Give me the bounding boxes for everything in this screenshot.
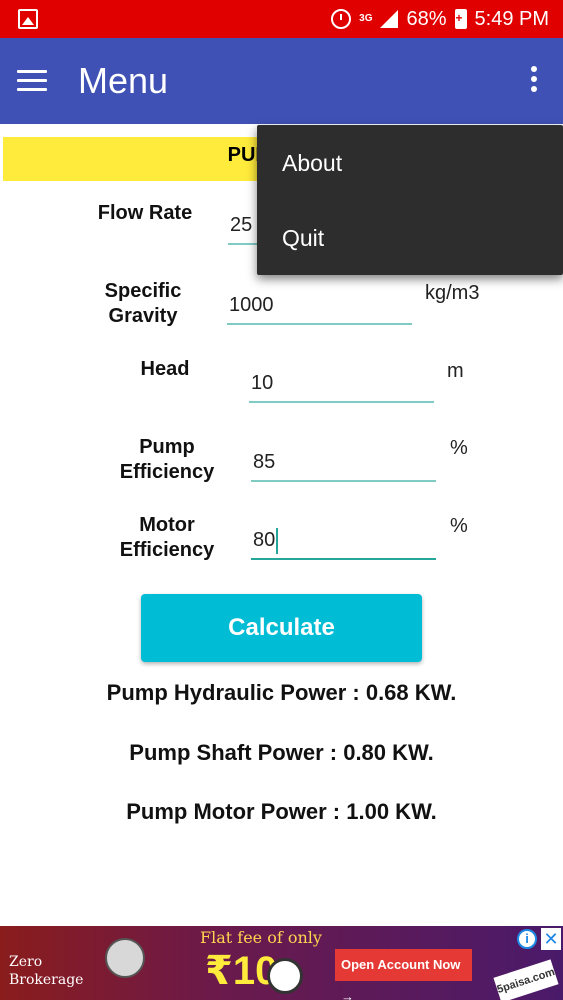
- clock: 5:49 PM: [474, 7, 549, 30]
- motor-efficiency-label: Motor Efficiency: [102, 513, 232, 563]
- pump-efficiency-unit: %: [450, 437, 468, 459]
- battery-percent: 68%: [406, 7, 447, 30]
- head-input[interactable]: 10: [249, 363, 434, 403]
- app-screen: 3G 68% 5:49 PM Menu PUMP POW Flow Rate 2…: [0, 0, 563, 1000]
- more-vert-icon[interactable]: [529, 66, 539, 96]
- hydraulic-power-result: Pump Hydraulic Power : 0.68 KW.: [106, 680, 457, 705]
- ad-info-icon[interactable]: i: [517, 929, 537, 949]
- ad-banner[interactable]: Zero Brokerage Flat fee of only ₹10 Open…: [0, 926, 563, 1000]
- signal-icon: [380, 10, 399, 28]
- specific-gravity-label-line2: Gravity: [108, 305, 178, 327]
- menu-item-about[interactable]: About: [282, 150, 342, 177]
- ad-close-icon[interactable]: ✕: [541, 928, 561, 950]
- motor-power-result: Pump Motor Power : 1.00 KW.: [126, 799, 437, 824]
- motor-efficiency-label-line2: Efficiency: [119, 539, 215, 561]
- network-type: 3G: [359, 13, 373, 24]
- ad-zero-line1: Zero: [9, 954, 43, 970]
- football-player-icon: [105, 938, 145, 978]
- specific-gravity-input[interactable]: 1000: [227, 285, 412, 325]
- flow-rate-label: Flow Rate: [97, 202, 193, 224]
- ad-zero-brokerage: Zero Brokerage: [9, 953, 83, 989]
- pump-efficiency-label: Pump Efficiency: [102, 435, 232, 485]
- head-unit: m: [447, 360, 464, 382]
- app-bar-title: Menu: [78, 60, 169, 101]
- alarm-icon: [331, 9, 352, 29]
- head-label: Head: [140, 358, 190, 380]
- shaft-power-result: Pump Shaft Power : 0.80 KW.: [129, 740, 434, 765]
- app-bar: Menu: [0, 38, 563, 124]
- specific-gravity-unit: kg/m3: [425, 282, 480, 304]
- pump-efficiency-label-line1: Pump: [139, 436, 195, 458]
- status-bar-right: 3G 68% 5:49 PM: [331, 0, 549, 38]
- status-bar: 3G 68% 5:49 PM: [0, 0, 563, 38]
- calculate-button[interactable]: Calculate: [141, 594, 422, 662]
- text-cursor: [276, 527, 279, 554]
- ad-open-account-button[interactable]: Open Account Now →: [335, 949, 472, 1000]
- motor-efficiency-value: 80: [253, 529, 276, 551]
- pump-efficiency-input[interactable]: 85: [251, 442, 436, 482]
- overflow-menu: About Quit: [257, 125, 563, 275]
- battery-charging-icon: [454, 9, 467, 29]
- football-icon: [267, 958, 303, 994]
- motor-efficiency-unit: %: [450, 515, 468, 537]
- ad-zero-line2: Brokerage: [9, 972, 84, 988]
- menu-item-quit[interactable]: Quit: [282, 225, 324, 252]
- hamburger-icon[interactable]: [17, 70, 47, 92]
- specific-gravity-label: Specific Gravity: [78, 279, 208, 329]
- specific-gravity-label-line1: Specific: [104, 280, 182, 302]
- ad-brand-logo: 5paisa.com: [493, 959, 559, 1000]
- pump-efficiency-label-line2: Efficiency: [119, 461, 215, 483]
- motor-efficiency-label-line1: Motor: [139, 514, 195, 536]
- gallery-icon: [18, 9, 38, 29]
- motor-efficiency-input[interactable]: 80: [251, 520, 436, 560]
- ad-flat-fee: Flat fee of only: [200, 928, 322, 947]
